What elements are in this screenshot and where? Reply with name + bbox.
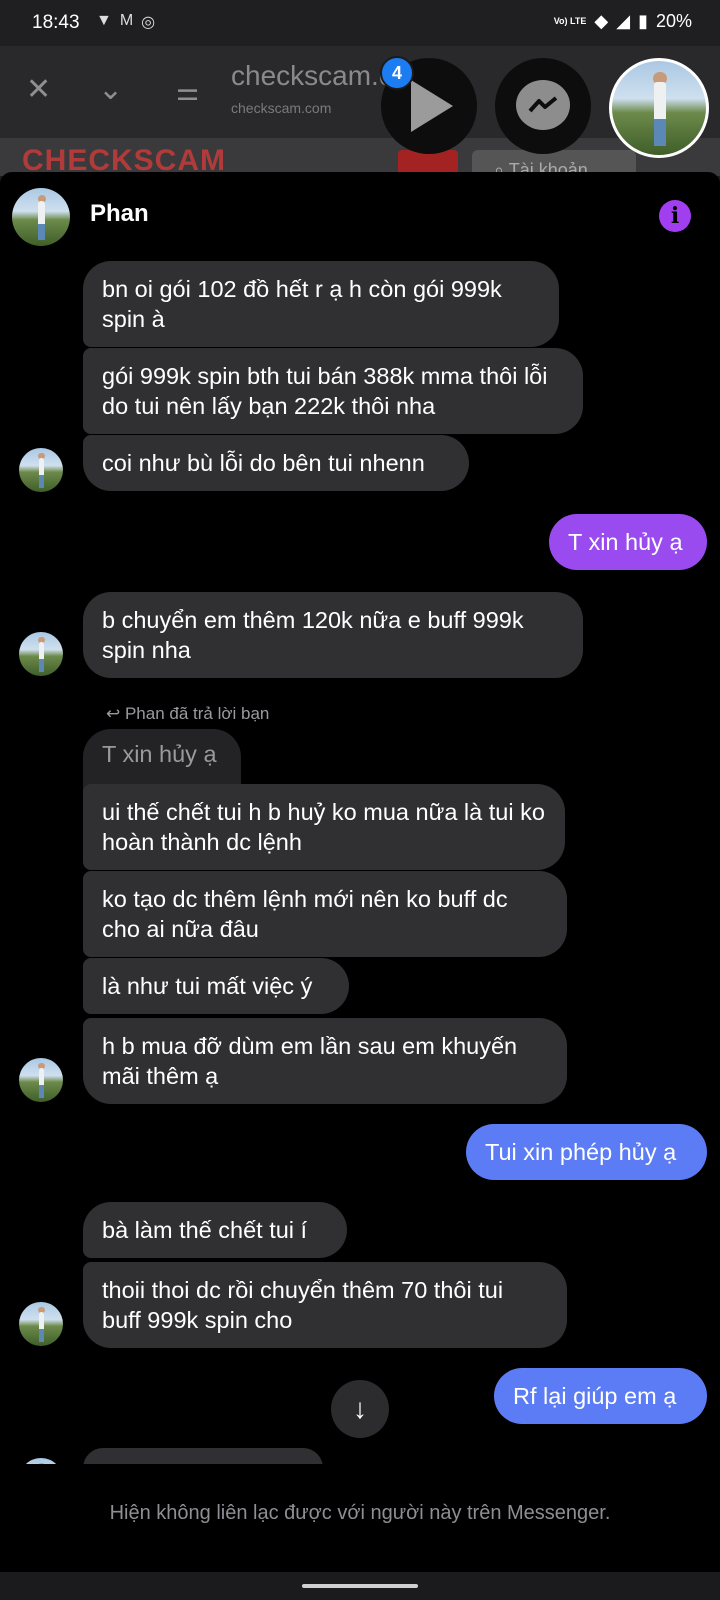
arrow-down-icon: ↓ [353,1393,367,1424]
incoming-message[interactable]: ui thế chết tui h b huỷ ko mua nữa là tu… [83,784,565,870]
signal-icon: ◢ [616,11,631,31]
contact-name[interactable]: Phan [90,200,149,228]
system-nav-bar [0,1572,720,1600]
incoming-message[interactable]: thoii thoi dc rồi chuyển thêm 70 thôi tu… [83,1262,567,1348]
close-icon[interactable]: ✕ [26,72,51,107]
avatar[interactable] [12,188,70,246]
website-header: CHECKSCAM ⌕ Tài khoản [0,138,720,176]
incoming-message[interactable]: bn oi gói 102 đồ hết r ạ h còn gói 999k … [83,261,559,347]
avatar [19,1302,63,1346]
status-bar: 18:43 ▼ M ◎ Vo) LTE ◆ ◢ ▮ 20% [0,0,720,46]
status-time: 18:43 [32,12,80,33]
incoming-message[interactable]: là như tui mất việc ý [83,958,349,1014]
messenger-chat-head[interactable] [495,58,591,154]
unavailable-notice: Hiện không liên lạc được với người này t… [109,1502,611,1524]
gmail-icon: M [119,12,134,29]
outgoing-message[interactable]: Tui xin phép hủy ạ [466,1124,707,1180]
conversation-header: Phan i [0,172,720,252]
info-icon[interactable]: i [659,200,691,232]
reply-icon: ↩ [106,704,125,723]
chevron-down-icon[interactable]: ⌄ [98,72,123,107]
incoming-message[interactable]: bà làm thế chết tui í [83,1202,347,1258]
url-domain: checkscam.com [231,100,332,116]
battery-level: 20% [655,11,692,31]
reply-indicator: ↩ Phan đã trả lời bạn [106,704,270,723]
messenger-icon: ◎ [141,14,156,31]
battery-icon: ▮ [638,11,648,31]
volte-icon: Vo) LTE [553,16,587,26]
play-icon [411,80,453,132]
contact-chat-head[interactable] [609,58,709,158]
page-settings-icon[interactable]: ⚌ [176,76,199,107]
home-gesture-pill[interactable] [302,1584,418,1588]
incoming-message[interactable]: ko tạo dc thêm lệnh mới nên ko buff dc c… [83,871,567,957]
scroll-down-button[interactable]: ↓ [331,1380,389,1438]
messenger-panel: Phan i bn oi gói 102 đồ hết r ạ h còn gó… [0,172,720,1572]
wifi-icon: ◆ [594,11,609,31]
notification-badge: 4 [380,56,414,90]
outgoing-message[interactable]: T xin hủy ạ [549,514,707,570]
messenger-bolt-icon [528,96,558,113]
incoming-message[interactable]: h b mua đỡ dùm em lần sau em khuyến mãi … [83,1018,567,1104]
avatar [19,1058,63,1102]
unavailable-notice-bar: Hiện không liên lạc được với người này t… [0,1464,720,1572]
incoming-message[interactable]: coi như bù lỗi do bên tui nhenn [83,435,469,491]
incoming-message[interactable]: b chuyển em thêm 120k nữa e buff 999k sp… [83,592,583,678]
shield-icon: ▼ [96,12,112,29]
incoming-message[interactable]: gói 999k spin bth tui bán 388k mma thôi … [83,348,583,434]
outgoing-message[interactable]: Rf lại giúp em ạ [494,1368,707,1424]
avatar [19,632,63,676]
avatar [19,448,63,492]
